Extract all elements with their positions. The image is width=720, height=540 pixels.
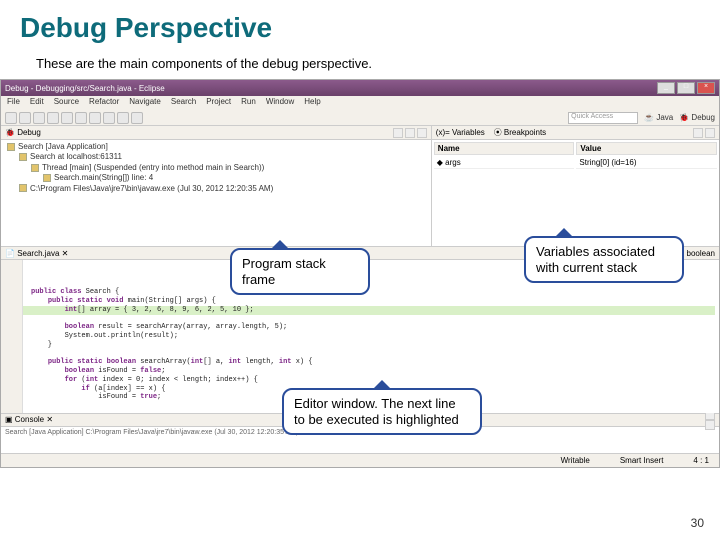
debug-stack-tree[interactable]: Search [Java Application] Search at loca…	[1, 140, 431, 196]
menu-bar: File Edit Source Refactor Navigate Searc…	[1, 96, 719, 110]
menu-navigate[interactable]: Navigate	[129, 97, 161, 109]
menu-run[interactable]: Run	[241, 97, 256, 109]
menu-edit[interactable]: Edit	[30, 97, 44, 109]
perspective-debug[interactable]: 🐞 Debug	[679, 113, 715, 122]
view-menu-icon[interactable]	[393, 128, 403, 138]
slide-title: Debug Perspective	[0, 0, 720, 48]
toolbar: Quick Access ☕ Java 🐞 Debug	[1, 110, 719, 126]
debug-icon[interactable]	[33, 112, 45, 124]
close-button[interactable]: ×	[697, 82, 715, 94]
breakpoints-tab[interactable]: ⦿ Breakpoints	[494, 128, 546, 137]
menu-file[interactable]: File	[7, 97, 20, 109]
new-icon[interactable]	[5, 112, 17, 124]
window-title: Debug - Debugging/src/Search.java - Ecli…	[5, 84, 165, 93]
debug-view: 🐞 Debug Search [Java Application] Search…	[1, 126, 432, 246]
stop-icon[interactable]	[89, 112, 101, 124]
quick-access-input[interactable]: Quick Access	[568, 112, 638, 124]
pause-icon[interactable]	[75, 112, 87, 124]
thread-icon	[31, 164, 39, 172]
step-over-icon[interactable]	[117, 112, 129, 124]
view-menu-icon[interactable]	[693, 128, 703, 138]
host-icon	[19, 153, 27, 161]
table-row[interactable]: ◆ argsString[0] (id=16)	[434, 157, 717, 169]
editor-gutter	[1, 260, 23, 413]
slide-subtitle: These are the main components of the deb…	[0, 48, 720, 77]
save-icon[interactable]	[19, 112, 31, 124]
menu-refactor[interactable]: Refactor	[89, 97, 119, 109]
resume-icon[interactable]	[61, 112, 73, 124]
menu-window[interactable]: Window	[266, 97, 294, 109]
col-value[interactable]: Value	[576, 142, 717, 155]
menu-project[interactable]: Project	[206, 97, 231, 109]
col-name[interactable]: Name	[434, 142, 575, 155]
app-icon	[7, 143, 15, 151]
callout-editor: Editor window. The next line to be execu…	[282, 388, 482, 435]
minimize-view-icon[interactable]	[705, 128, 715, 138]
step-return-icon[interactable]	[131, 112, 143, 124]
menu-source[interactable]: Source	[54, 97, 79, 109]
console-tab[interactable]: ▣ Console ✕	[5, 415, 53, 424]
frame-icon	[43, 174, 51, 182]
page-number: 30	[691, 516, 704, 530]
status-writable: Writable	[561, 456, 590, 465]
minimize-button[interactable]: _	[657, 82, 675, 94]
variables-table: NameValue ◆ argsString[0] (id=16)	[432, 140, 719, 171]
variables-view: (x)= Variables ⦿ Breakpoints NameValue ◆…	[432, 126, 719, 246]
variables-tab[interactable]: (x)= Variables	[436, 128, 485, 137]
step-into-icon[interactable]	[103, 112, 115, 124]
menu-search[interactable]: Search	[171, 97, 196, 109]
maximize-view-icon[interactable]	[417, 128, 427, 138]
editor-tab[interactable]: 📄 Search.java ✕	[5, 249, 68, 258]
perspective-java[interactable]: ☕ Java	[644, 113, 673, 122]
pin-console-icon[interactable]	[705, 420, 715, 430]
jvm-icon	[19, 184, 27, 192]
debug-view-tab[interactable]: 🐞 Debug	[5, 128, 41, 137]
window-titlebar: Debug - Debugging/src/Search.java - Ecli…	[1, 80, 719, 96]
maximize-button[interactable]: □	[677, 82, 695, 94]
status-bar: Writable Smart Insert 4 : 1	[1, 453, 719, 467]
status-pos: 4 : 1	[693, 456, 709, 465]
minimize-view-icon[interactable]	[405, 128, 415, 138]
status-insert: Smart Insert	[620, 456, 664, 465]
menu-help[interactable]: Help	[304, 97, 320, 109]
callout-program-stack: Program stack frame	[230, 248, 370, 295]
run-icon[interactable]	[47, 112, 59, 124]
callout-variables: Variables associated with current stack	[524, 236, 684, 283]
